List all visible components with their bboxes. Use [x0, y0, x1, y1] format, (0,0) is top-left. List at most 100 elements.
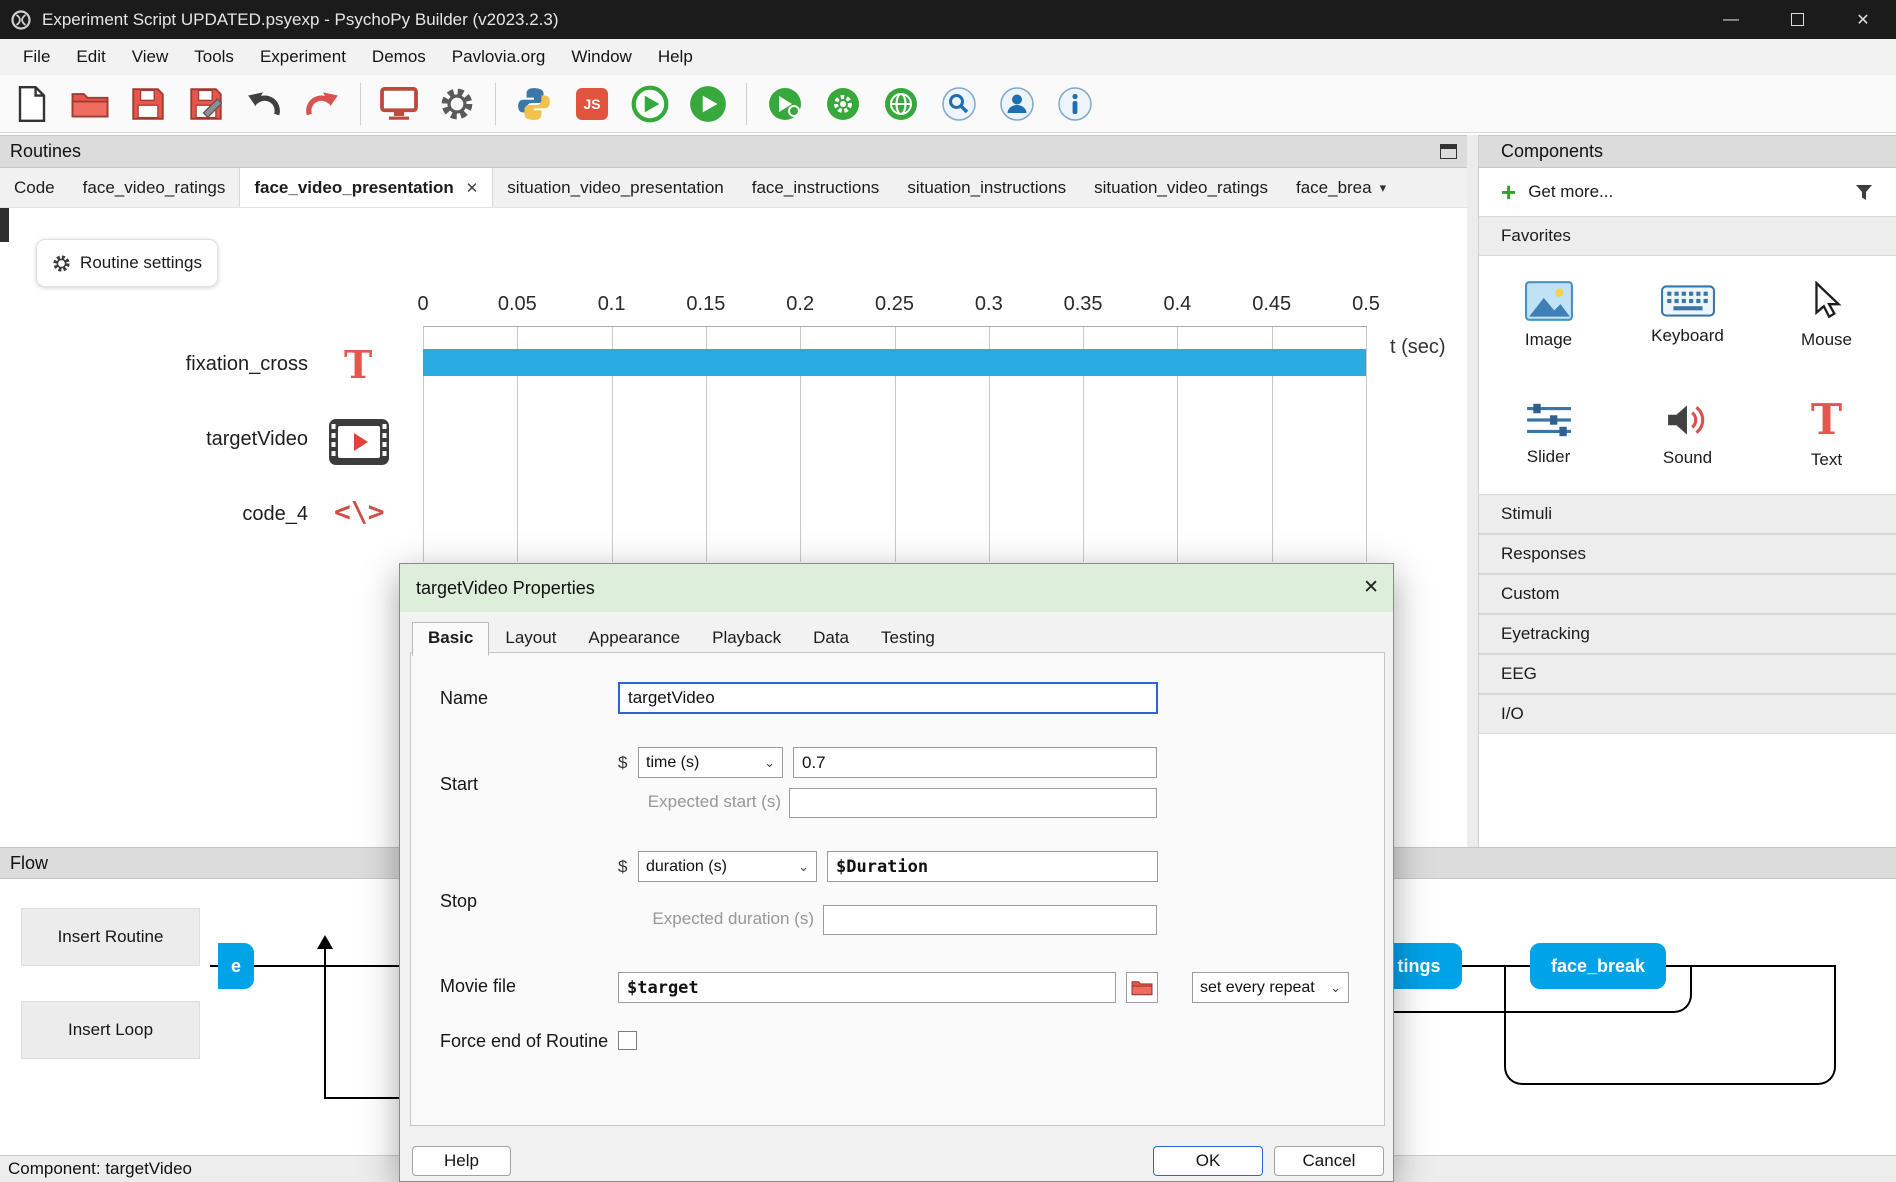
stop-value-input[interactable]: [827, 851, 1158, 882]
sync-pavlovia-button[interactable]: [875, 78, 927, 130]
routines-panel-title: Routines: [10, 141, 82, 161]
run-online-button[interactable]: [759, 78, 811, 130]
dialog-tab-testing[interactable]: Testing: [865, 622, 951, 656]
dialog-tab-data[interactable]: Data: [797, 622, 865, 656]
menu-experiment[interactable]: Experiment: [247, 39, 359, 75]
tab-situation-video-ratings[interactable]: situation_video_ratings: [1080, 168, 1282, 207]
menu-window[interactable]: Window: [558, 39, 644, 75]
component-row-label-code-4[interactable]: code_4: [60, 503, 308, 526]
tab-face-video-ratings[interactable]: face_video_ratings: [69, 168, 240, 207]
name-input[interactable]: [618, 682, 1158, 714]
section-eyetracking[interactable]: Eyetracking: [1479, 614, 1896, 654]
maximize-button[interactable]: [1764, 0, 1830, 39]
dialog-tab-appearance[interactable]: Appearance: [572, 622, 696, 656]
globe-icon: [885, 87, 917, 120]
help-button[interactable]: Help: [412, 1146, 511, 1176]
text-component-icon[interactable]: T: [344, 346, 372, 384]
dialog-titlebar[interactable]: targetVideo Properties: [400, 564, 1393, 612]
compile-js-button[interactable]: JS: [566, 78, 618, 130]
flow-node-face-break[interactable]: face_break: [1530, 943, 1666, 989]
dialog-tab-basic[interactable]: Basic: [412, 622, 490, 656]
component-mouse[interactable]: Mouse: [1757, 256, 1896, 375]
panel-splitter[interactable]: [1467, 135, 1478, 847]
timeline-tick-label: 0.2: [786, 293, 815, 315]
tab-situation-instructions[interactable]: situation_instructions: [893, 168, 1080, 207]
close-button[interactable]: ✕: [1830, 0, 1896, 39]
section-stimuli[interactable]: Stimuli: [1479, 494, 1896, 534]
text-icon: T: [1810, 395, 1843, 444]
component-slider[interactable]: Slider: [1479, 375, 1618, 494]
component-row-label-targetVideo[interactable]: targetVideo: [60, 428, 308, 451]
tab-label: Code: [14, 177, 55, 197]
tab-code[interactable]: Code: [0, 168, 69, 207]
tab-overflow-icon[interactable]: ▾: [1380, 180, 1387, 196]
section-responses[interactable]: Responses: [1479, 534, 1896, 574]
new-file-button[interactable]: [6, 78, 58, 130]
pavlovia-user-button[interactable]: [991, 78, 1043, 130]
component-text[interactable]: T Text: [1757, 375, 1896, 494]
get-more-button[interactable]: Get more...: [1528, 182, 1613, 202]
monitor-center-button[interactable]: [373, 78, 425, 130]
cancel-button[interactable]: Cancel: [1274, 1146, 1384, 1176]
menu-help[interactable]: Help: [645, 39, 706, 75]
send-to-runner-button[interactable]: [624, 78, 676, 130]
detach-pane-icon[interactable]: [1440, 144, 1457, 159]
start-value-input[interactable]: [793, 747, 1157, 778]
expected-start-input[interactable]: [789, 788, 1157, 818]
ok-button[interactable]: OK: [1153, 1146, 1263, 1176]
redo-button[interactable]: [296, 78, 348, 130]
component-keyboard[interactable]: Keyboard: [1618, 256, 1757, 375]
movie-component-icon[interactable]: [328, 418, 390, 471]
tab-close-icon[interactable]: ✕: [466, 179, 479, 197]
search-pavlovia-button[interactable]: [933, 78, 985, 130]
dialog-tab-playback[interactable]: Playback: [696, 622, 797, 656]
menu-file[interactable]: File: [10, 39, 63, 75]
insert-routine-button[interactable]: Insert Routine: [21, 908, 200, 966]
insert-loop-button[interactable]: Insert Loop: [21, 1001, 200, 1059]
run-online-debug-button[interactable]: [817, 78, 869, 130]
experiment-settings-button[interactable]: [431, 78, 483, 130]
stop-type-dropdown[interactable]: duration (s) ⌄: [638, 851, 817, 882]
dialog-tab-layout[interactable]: Layout: [489, 622, 572, 656]
filter-button[interactable]: [1854, 182, 1874, 202]
undo-button[interactable]: [238, 78, 290, 130]
component-label: Mouse: [1800, 330, 1853, 349]
browse-file-button[interactable]: [1126, 972, 1158, 1003]
expected-duration-input[interactable]: [823, 905, 1157, 935]
movie-file-input[interactable]: [618, 972, 1116, 1003]
flow-node-partial[interactable]: e: [218, 943, 254, 989]
dialog-close-button[interactable]: ✕: [1363, 576, 1379, 599]
section-favorites[interactable]: Favorites: [1479, 216, 1896, 256]
fixation-cross-duration-bar[interactable]: [423, 349, 1366, 376]
menu-demos[interactable]: Demos: [359, 39, 439, 75]
section-custom[interactable]: Custom: [1479, 574, 1896, 614]
loop-return-line: [324, 947, 326, 1099]
tab-face-video-presentation[interactable]: face_video_presentation ✕: [239, 168, 494, 207]
menu-view[interactable]: View: [119, 39, 182, 75]
save-as-button[interactable]: [180, 78, 232, 130]
section-io[interactable]: I/O: [1479, 694, 1896, 734]
start-type-dropdown[interactable]: time (s) ⌄: [638, 747, 783, 778]
movie-update-dropdown[interactable]: set every repeat ⌄: [1192, 972, 1349, 1003]
tab-face-brea[interactable]: face_brea ▾: [1282, 168, 1400, 207]
menu-pavlovia[interactable]: Pavlovia.org: [439, 39, 559, 75]
compile-python-button[interactable]: [508, 78, 560, 130]
tab-face-instructions[interactable]: face_instructions: [738, 168, 894, 207]
component-image[interactable]: Image: [1479, 256, 1618, 375]
force-end-checkbox[interactable]: [618, 1031, 637, 1050]
stop-label: Stop: [440, 891, 478, 911]
routine-settings-button[interactable]: Routine settings: [36, 239, 218, 287]
run-button[interactable]: [682, 78, 734, 130]
open-file-button[interactable]: [64, 78, 116, 130]
section-eeg[interactable]: EEG: [1479, 654, 1896, 694]
minimize-button[interactable]: —: [1698, 0, 1764, 39]
component-row-label-fixation-cross[interactable]: fixation_cross: [60, 353, 308, 376]
timeline-tick-label: 0.45: [1252, 293, 1292, 315]
component-sound[interactable]: Sound: [1618, 375, 1757, 494]
code-component-icon[interactable]: <\>: [334, 498, 385, 526]
save-button[interactable]: [122, 78, 174, 130]
pavlovia-info-button[interactable]: [1049, 78, 1101, 130]
tab-situation-video-presentation[interactable]: situation_video_presentation: [493, 168, 737, 207]
menu-tools[interactable]: Tools: [181, 39, 247, 75]
menu-edit[interactable]: Edit: [63, 39, 118, 75]
